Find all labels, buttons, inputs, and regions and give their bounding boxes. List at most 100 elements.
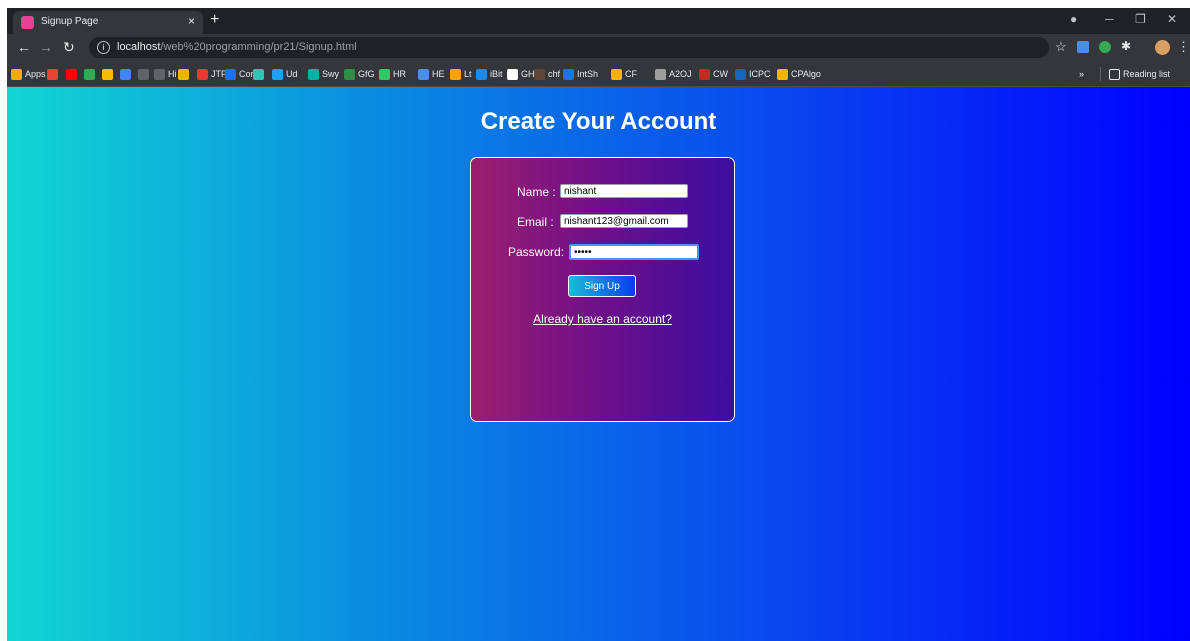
bookmark-favicon-icon [84,68,95,80]
bookmark-item[interactable]: CPAlgo [777,67,821,81]
signup-button[interactable]: Sign Up [568,275,636,297]
grammarly-icon[interactable] [1099,41,1111,53]
tab-title: Signup Page [41,16,99,27]
bookmark-item[interactable]: Swy [308,67,339,81]
url-text: localhost/web%20programming/pr21/Signup.… [117,41,357,53]
bookmark-favicon-icon [563,68,574,80]
bookmark-favicon-icon [476,68,487,80]
bookmark-item[interactable] [178,67,189,81]
menu-icon[interactable]: ⋮ [1177,39,1190,55]
password-label: Password: [508,245,565,259]
bookmark-favicon-icon [66,68,77,80]
bookmark-label: Hi [168,69,177,79]
bookmark-item[interactable]: Lt [450,67,472,81]
bookmark-favicon-icon [379,68,390,80]
bookmark-favicon-icon [138,68,149,80]
bookmark-label: HE [432,69,445,79]
password-input[interactable] [569,244,699,260]
tab-strip: Signup Page × + ● ─ ❐ ✕ [7,8,1190,34]
bookmark-item[interactable]: Hi [154,67,177,81]
bookmark-label: GH [521,69,535,79]
bookmark-item[interactable]: CW [699,67,728,81]
reload-icon[interactable]: ↻ [63,40,75,54]
bookmark-favicon-icon [154,68,165,80]
bookmark-item[interactable] [102,67,113,81]
bookmark-favicon-icon [225,68,236,80]
new-tab-button[interactable]: + [210,11,219,29]
bookmark-item[interactable] [84,67,95,81]
bookmark-label: A2OJ [669,69,692,79]
back-icon[interactable]: ← [17,40,31,54]
bookmark-item[interactable] [138,67,149,81]
extension-icon[interactable] [1077,41,1089,53]
bookmark-favicon-icon [655,68,666,80]
bookmark-item[interactable]: chf [534,67,560,81]
bookmark-item[interactable] [120,67,131,81]
bookmark-item[interactable]: iBit [476,67,503,81]
bookmark-item[interactable] [253,67,264,81]
bookmark-favicon-icon [344,68,355,80]
bookmark-item[interactable]: JTP [197,67,227,81]
bookmark-favicon-icon [611,68,622,80]
bookmark-item[interactable]: A2OJ [655,67,692,81]
reading-list-button[interactable]: Reading list [1109,67,1170,81]
bookmark-item[interactable]: GfG [344,67,375,81]
bookmark-label: ICPC [749,69,771,79]
avatar[interactable] [1155,40,1170,55]
bookmark-label: IntSh [577,69,599,79]
bookmark-label: CW [713,69,728,79]
bookmark-favicon-icon [102,68,113,80]
bookmark-star-icon[interactable]: ☆ [1055,39,1067,55]
bookmark-favicon-icon [735,68,746,80]
login-link[interactable]: Already have an account? [471,312,734,326]
bookmark-label: GfG [358,69,375,79]
tab-signup-page[interactable]: Signup Page × [13,11,203,34]
page-title: Create Your Account [480,108,717,135]
extensions-puzzle-icon[interactable]: ✱ [1121,39,1133,53]
name-label: Name : [517,185,556,199]
minimize-icon[interactable]: ─ [1105,12,1114,26]
bookmark-favicon-icon [507,68,518,80]
toolbar: ← → ↻ i localhost/web%20programming/pr21… [7,34,1190,62]
bookmark-item[interactable]: GH [507,67,535,81]
page-content: Create Your Account Name : Email : Passw… [7,87,1190,641]
info-icon[interactable]: i [97,41,110,54]
bookmark-favicon-icon [308,68,319,80]
bookmark-item[interactable]: ICPC [735,67,771,81]
address-bar[interactable]: i localhost/web%20programming/pr21/Signu… [89,37,1049,58]
restore-icon[interactable]: ❐ [1135,12,1146,26]
bookmark-item[interactable]: Cor [225,67,254,81]
bookmark-label: chf [548,69,561,79]
close-tab-icon[interactable]: × [188,14,195,28]
more-bookmarks-icon[interactable]: » [1079,67,1084,81]
favicon-icon [21,16,34,29]
reading-list-icon [1109,68,1120,80]
bookmark-item[interactable]: IntSh [563,67,598,81]
bookmark-item[interactable]: HE [418,67,445,81]
profile-dot-icon[interactable]: ● [1070,12,1077,26]
email-input[interactable] [560,214,688,228]
bookmark-favicon-icon [253,68,264,80]
bookmark-label: Swy [322,69,340,79]
forward-icon[interactable]: → [39,40,53,54]
bookmark-favicon-icon [534,68,545,80]
window-close-icon[interactable]: ✕ [1167,12,1177,26]
bookmark-label: HR [393,69,406,79]
bookmark-favicon-icon [450,68,461,80]
bookmark-favicon-icon [272,68,283,80]
bookmark-favicon-icon [777,68,788,80]
name-input[interactable] [560,184,688,198]
bookmark-favicon-icon [699,68,710,80]
bookmarks-bar: Apps Hi JTP Cor Ud Swy GfG HR HE Lt iBit GH chf IntSh… [7,62,1190,87]
bookmark-item[interactable] [47,67,58,81]
bookmark-item[interactable]: CF [611,67,637,81]
bookmark-item[interactable]: Ud [272,67,298,81]
bookmark-item[interactable]: HR [379,67,406,81]
bookmark-label: Ud [286,69,298,79]
bookmark-divider [1100,67,1101,81]
bookmark-label: CF [625,69,637,79]
bookmark-item[interactable] [66,67,77,81]
bookmark-favicon-icon [11,68,22,80]
bookmark-item[interactable]: Apps [11,67,46,81]
bookmark-label: Cor [239,69,254,79]
